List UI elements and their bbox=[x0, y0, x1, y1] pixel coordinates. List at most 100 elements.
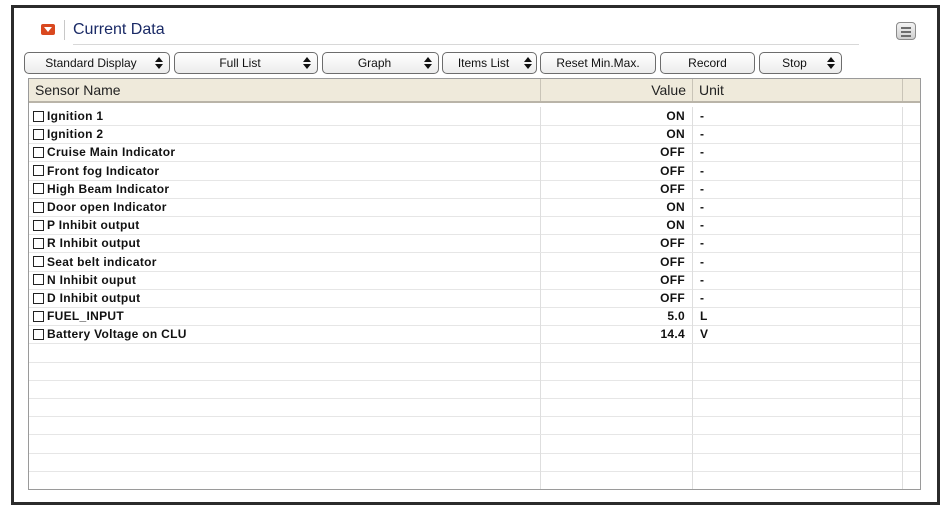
table-row bbox=[29, 398, 920, 418]
row-checkbox[interactable] bbox=[33, 328, 44, 340]
sensor-name-cell bbox=[29, 434, 541, 453]
table-row bbox=[29, 452, 920, 472]
table-row bbox=[29, 380, 920, 399]
row-checkbox[interactable] bbox=[33, 310, 44, 322]
row-checkbox[interactable] bbox=[33, 201, 44, 213]
sensor-value bbox=[541, 416, 693, 435]
sensor-name-cell bbox=[29, 416, 541, 435]
table-row[interactable]: P Inhibit output ON - bbox=[29, 216, 920, 236]
sensor-unit: - bbox=[693, 234, 903, 253]
sensor-value: ON bbox=[541, 198, 693, 216]
collapse-arrow-icon[interactable] bbox=[41, 24, 55, 35]
full-list-select[interactable]: Full List bbox=[174, 52, 318, 74]
table-row[interactable]: N Inhibit ouput OFF - bbox=[29, 270, 920, 290]
row-checkbox[interactable] bbox=[33, 146, 44, 158]
row-checkbox[interactable] bbox=[33, 219, 44, 231]
sensor-value: OFF bbox=[541, 179, 693, 198]
sensor-value: ON bbox=[541, 125, 693, 144]
table-row[interactable]: Cruise Main Indicator OFF - bbox=[29, 143, 920, 163]
row-checkbox[interactable] bbox=[33, 165, 44, 177]
row-spacer bbox=[903, 362, 920, 380]
updown-arrow-icon bbox=[303, 56, 311, 70]
column-header-sensor-name[interactable]: Sensor Name bbox=[29, 79, 541, 101]
table-row[interactable]: High Beam Indicator OFF - bbox=[29, 179, 920, 199]
sensor-name-cell bbox=[29, 380, 541, 398]
sensor-value: ON bbox=[541, 216, 693, 235]
table-row[interactable]: Ignition 1 ON - bbox=[29, 107, 920, 126]
sensor-value: OFF bbox=[541, 289, 693, 307]
record-button[interactable]: Record bbox=[660, 52, 755, 74]
table-row[interactable]: Battery Voltage on CLU 14.4 V bbox=[29, 325, 920, 345]
row-spacer bbox=[903, 216, 920, 234]
sensor-value: OFF bbox=[541, 270, 693, 289]
sensor-unit: - bbox=[693, 143, 903, 162]
title-bar: Current Data bbox=[16, 10, 935, 45]
row-spacer bbox=[903, 398, 920, 416]
sensor-name: FUEL_INPUT bbox=[47, 309, 125, 324]
row-checkbox[interactable] bbox=[33, 274, 44, 286]
current-data-panel: Current Data Standard Display Full List … bbox=[16, 10, 935, 500]
sensor-value: OFF bbox=[541, 143, 693, 162]
sensor-name-cell bbox=[29, 452, 541, 471]
row-checkbox[interactable] bbox=[33, 292, 44, 304]
sensor-unit: - bbox=[693, 179, 903, 198]
column-header-value[interactable]: Value bbox=[541, 79, 693, 101]
items-list-select[interactable]: Items List bbox=[442, 52, 537, 74]
sensor-unit bbox=[693, 471, 903, 489]
table-row[interactable]: Front fog Indicator OFF - bbox=[29, 161, 920, 181]
standard-display-select[interactable]: Standard Display bbox=[24, 52, 170, 74]
row-spacer bbox=[903, 416, 920, 434]
row-spacer bbox=[903, 271, 920, 289]
stop-select[interactable]: Stop bbox=[759, 52, 842, 74]
sensor-name-cell: Ignition 1 bbox=[29, 107, 541, 125]
row-checkbox[interactable] bbox=[33, 128, 44, 140]
row-spacer bbox=[903, 198, 920, 216]
sensor-name-cell: Door open Indicator bbox=[29, 198, 541, 216]
sensor-name: Door open Indicator bbox=[47, 200, 167, 214]
sensor-name: P Inhibit output bbox=[47, 218, 140, 233]
row-checkbox[interactable] bbox=[33, 110, 44, 122]
row-spacer bbox=[903, 125, 920, 143]
row-spacer bbox=[903, 344, 920, 362]
sensor-unit: - bbox=[693, 107, 903, 125]
sensor-name: R Inhibit output bbox=[47, 236, 141, 251]
sensor-name: Cruise Main Indicator bbox=[47, 145, 176, 160]
sensor-name-cell: Battery Voltage on CLU bbox=[29, 325, 541, 344]
sensor-unit bbox=[693, 398, 903, 417]
row-checkbox[interactable] bbox=[33, 183, 44, 195]
table-row bbox=[29, 361, 920, 381]
table-row bbox=[29, 471, 920, 489]
table-row[interactable]: Seat belt indicator OFF - bbox=[29, 252, 920, 272]
sensor-unit: - bbox=[693, 125, 903, 144]
title-underline bbox=[73, 44, 859, 45]
row-spacer bbox=[903, 253, 920, 271]
sensor-name-cell: Ignition 2 bbox=[29, 125, 541, 144]
table-row[interactable]: Door open Indicator ON - bbox=[29, 198, 920, 217]
sensor-unit: V bbox=[693, 325, 903, 344]
sensor-name-cell bbox=[29, 361, 541, 380]
sensor-unit bbox=[693, 361, 903, 380]
sensor-unit bbox=[693, 452, 903, 471]
row-spacer bbox=[903, 234, 920, 252]
sensor-value: OFF bbox=[541, 161, 693, 180]
graph-label: Graph bbox=[357, 56, 392, 70]
sensor-value bbox=[541, 471, 693, 489]
table-row[interactable]: FUEL_INPUT 5.0 L bbox=[29, 307, 920, 327]
row-checkbox[interactable] bbox=[33, 256, 44, 268]
table-row[interactable]: R Inhibit output OFF - bbox=[29, 234, 920, 254]
sensor-value: OFF bbox=[541, 252, 693, 271]
row-spacer bbox=[903, 180, 920, 198]
sensor-value bbox=[541, 434, 693, 453]
sensor-name-cell bbox=[29, 398, 541, 417]
sensor-name-cell: Front fog Indicator bbox=[29, 161, 541, 180]
row-checkbox[interactable] bbox=[33, 237, 44, 249]
panel-menu-icon[interactable] bbox=[896, 22, 916, 40]
row-spacer bbox=[903, 107, 920, 125]
graph-select[interactable]: Graph bbox=[322, 52, 439, 74]
sensor-name-cell: P Inhibit output bbox=[29, 216, 541, 235]
table-row[interactable]: Ignition 2 ON - bbox=[29, 125, 920, 145]
table-row[interactable]: D Inhibit output OFF - bbox=[29, 289, 920, 308]
reset-min-max-button[interactable]: Reset Min.Max. bbox=[540, 52, 656, 74]
column-header-unit[interactable]: Unit bbox=[693, 79, 903, 101]
row-spacer bbox=[903, 435, 920, 453]
